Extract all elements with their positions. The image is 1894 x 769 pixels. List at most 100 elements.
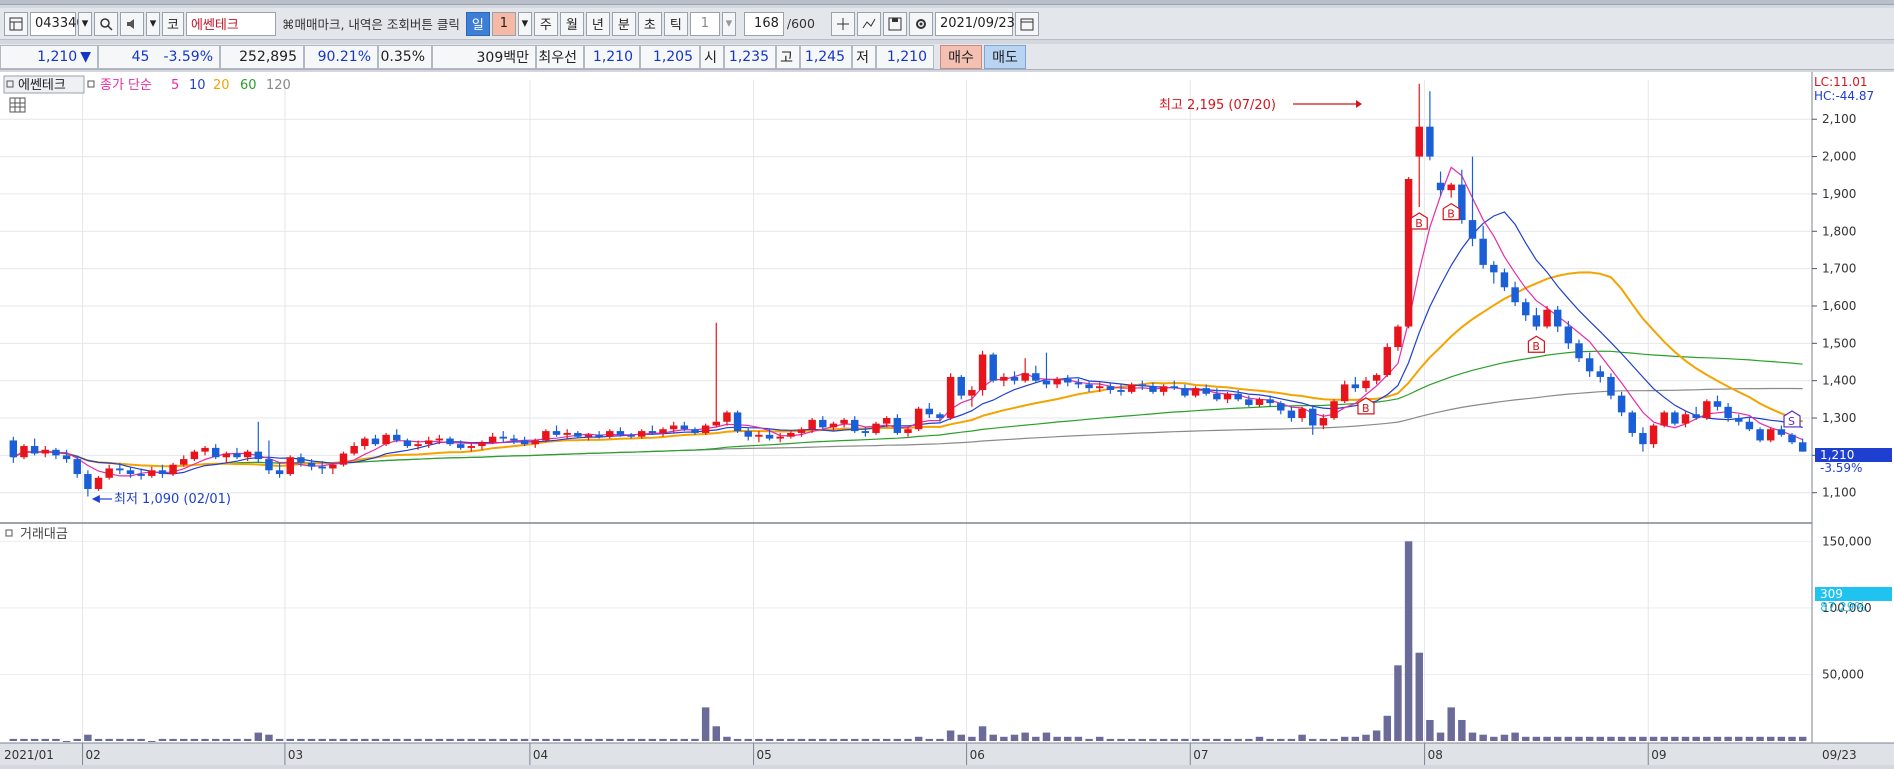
period-second-button[interactable]: 초 bbox=[637, 11, 662, 36]
buy-button[interactable]: 매수 bbox=[940, 44, 982, 69]
volume-bar bbox=[233, 738, 241, 741]
candle-body bbox=[1628, 412, 1636, 433]
speaker-dropdown-icon[interactable]: ▾ bbox=[146, 11, 160, 36]
volume-bar bbox=[606, 738, 614, 741]
volume-bar bbox=[1660, 736, 1668, 741]
candle-body bbox=[574, 432, 582, 437]
speaker-icon[interactable] bbox=[120, 11, 144, 36]
volume-bar bbox=[243, 738, 252, 741]
calendar-icon[interactable] bbox=[1014, 11, 1039, 36]
marker-label: B bbox=[1447, 208, 1455, 221]
volume-bar bbox=[467, 738, 476, 741]
volume-bar bbox=[712, 726, 721, 741]
candle-body bbox=[797, 429, 806, 433]
open-price: 1,235 bbox=[724, 44, 776, 69]
search-icon[interactable] bbox=[94, 11, 118, 36]
save-icon[interactable] bbox=[882, 11, 907, 36]
period-year-button[interactable]: 년 bbox=[585, 11, 610, 36]
candle-body bbox=[584, 434, 593, 437]
candle-body bbox=[510, 438, 518, 441]
x-tick-label: 07 bbox=[1193, 748, 1208, 762]
candle-body bbox=[1735, 418, 1743, 422]
chart-area[interactable]: B B B B S 2,100 2,000 1,900 1,800 1,700 1,600 1,50… bbox=[0, 72, 1894, 765]
period-minute-button[interactable]: 분 bbox=[611, 11, 636, 36]
candle-body bbox=[1074, 382, 1083, 385]
x-tick-label: 2021/01 bbox=[4, 748, 54, 762]
volume-bar bbox=[1095, 736, 1104, 741]
data-count-input[interactable]: 168 bbox=[743, 11, 784, 36]
volume-bar bbox=[1330, 738, 1338, 741]
volume-bar bbox=[126, 738, 135, 741]
volume-bar bbox=[1149, 738, 1157, 741]
volume-bar bbox=[1021, 732, 1029, 741]
day-count-dropdown-icon[interactable]: ▾ bbox=[517, 11, 532, 36]
gear-icon[interactable] bbox=[908, 11, 933, 36]
volume-bar bbox=[1287, 738, 1296, 741]
volume-bar bbox=[1447, 707, 1455, 741]
volume-bar bbox=[1639, 736, 1647, 741]
candle-body bbox=[467, 446, 476, 448]
y-tick-label: 1,400 bbox=[1822, 374, 1856, 388]
period-day-button[interactable]: 일 bbox=[465, 11, 490, 36]
volume-bar bbox=[1351, 736, 1360, 741]
candle-body bbox=[1500, 272, 1509, 288]
period-month-button[interactable]: 월 bbox=[559, 11, 584, 36]
volume-ratio: 90.21% bbox=[304, 44, 378, 69]
volume-bar bbox=[1564, 736, 1573, 741]
crosshair-icon[interactable] bbox=[830, 11, 855, 36]
volume-bar bbox=[1692, 736, 1700, 741]
stock-code-input[interactable]: 043340 bbox=[30, 11, 85, 36]
volume-bar bbox=[957, 734, 965, 741]
period-week-button[interactable]: 주 bbox=[533, 11, 558, 36]
volume-bar bbox=[1170, 738, 1178, 741]
sell-button[interactable]: 매도 bbox=[984, 44, 1026, 69]
current-price: 1,210 bbox=[37, 48, 78, 65]
volume-bar bbox=[1532, 736, 1541, 741]
current-price-tag-value: 1,210 bbox=[1820, 448, 1854, 462]
volume-bar bbox=[1266, 738, 1274, 741]
volume-bar bbox=[1010, 734, 1019, 741]
code-dropdown-icon[interactable]: ▾ bbox=[78, 11, 92, 36]
candlestick-chart[interactable]: B B B B S 2,100 2,000 1,900 1,800 1,700 1,600 1,50… bbox=[0, 72, 1894, 765]
volume-bar bbox=[20, 738, 28, 741]
candle-body bbox=[893, 418, 902, 433]
volume-bar bbox=[1085, 738, 1093, 741]
volume-bar bbox=[499, 738, 507, 741]
candle-body bbox=[1756, 429, 1764, 441]
trend-tool-icon[interactable] bbox=[856, 11, 881, 36]
candle-body bbox=[680, 425, 689, 430]
y-tick-label: 1,800 bbox=[1822, 224, 1856, 238]
candle-body bbox=[1032, 373, 1040, 381]
day-count-field[interactable]: 1 bbox=[491, 11, 516, 36]
candle-body bbox=[1415, 126, 1423, 157]
candle-body bbox=[851, 419, 859, 432]
tick-value-field[interactable]: 1 bbox=[689, 11, 720, 36]
volume-bar bbox=[361, 738, 369, 741]
candle-body bbox=[233, 453, 241, 458]
period-tick-button[interactable]: 틱 bbox=[663, 11, 688, 36]
chart-layout-icon[interactable] bbox=[4, 11, 28, 36]
tick-dropdown-icon[interactable]: ▾ bbox=[721, 11, 736, 36]
change-value: 45 bbox=[131, 48, 150, 65]
candle-body bbox=[1309, 408, 1317, 426]
stock-name-field[interactable]: 에쎈테크 bbox=[185, 11, 276, 36]
toolbar: 043340 ▾ ▾ 코 에쎈테크 ⌘매매마크, 내역은 조회버튼 클릭 일 1… bbox=[0, 8, 1894, 40]
volume-bar bbox=[307, 738, 316, 741]
volume-bar bbox=[211, 738, 220, 741]
top-tab-strip bbox=[0, 0, 1894, 5]
date-input[interactable]: 2021/09/23 bbox=[934, 11, 1015, 36]
volume-bar bbox=[1106, 738, 1115, 741]
y-tick-label: 2,100 bbox=[1822, 112, 1856, 126]
candle-body bbox=[978, 354, 987, 391]
candle-body bbox=[1607, 376, 1615, 396]
candle-body bbox=[1095, 386, 1104, 389]
volume-bar bbox=[1127, 738, 1136, 741]
volume-bar bbox=[1191, 738, 1200, 741]
volume-bar bbox=[1490, 736, 1498, 741]
table-view-icon[interactable] bbox=[9, 97, 26, 113]
candle-body bbox=[73, 459, 81, 475]
volume-rate-tag: 87.29% bbox=[1820, 600, 1866, 614]
volume-bar bbox=[1617, 736, 1626, 741]
volume-bar bbox=[393, 738, 401, 741]
candle-body bbox=[861, 431, 870, 433]
